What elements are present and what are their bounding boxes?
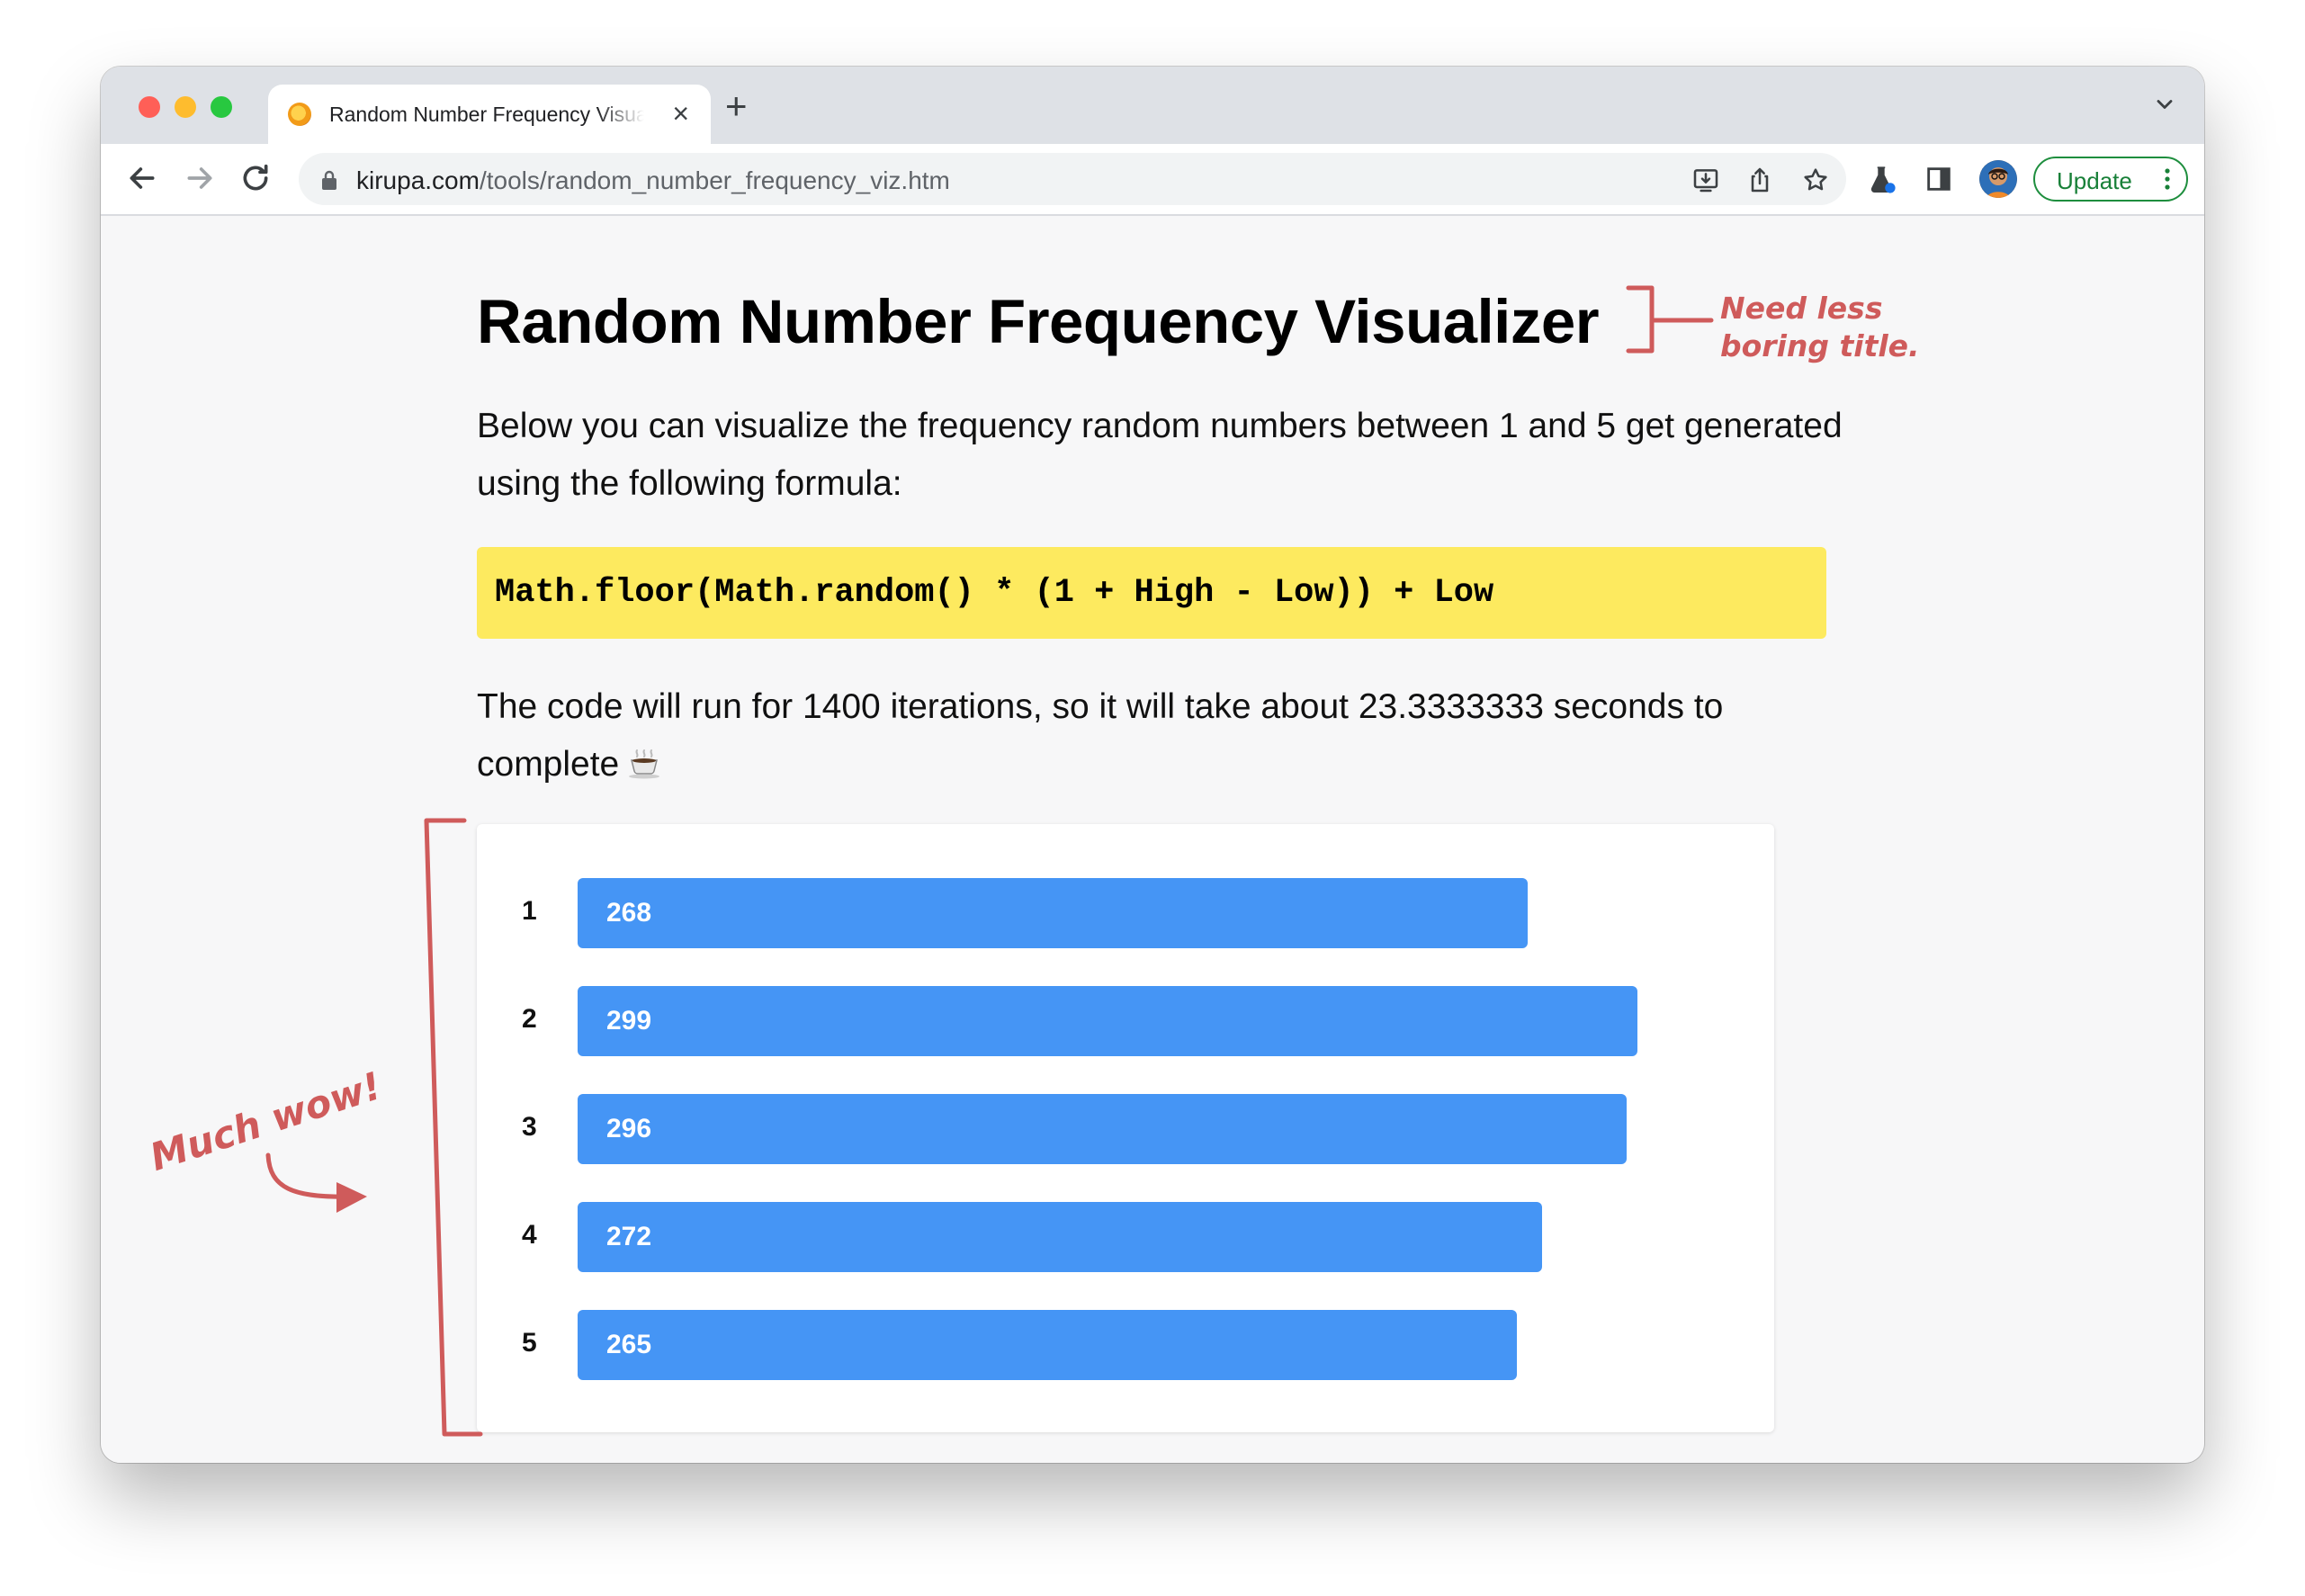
update-button-label: Update [2057,167,2132,194]
bar-category-label: 4 [522,1220,537,1250]
forward-arrow-icon[interactable] [182,160,218,196]
bar-row-3: 3 296 [477,1094,1774,1164]
coffee-cup-icon [629,749,660,779]
bar-3 [578,1094,1627,1164]
curved-arrow-icon [265,1152,357,1199]
maximize-window-button[interactable] [211,96,232,118]
frequency-bar-chart: 1 268 2 299 3 296 4 272 5 265 [477,824,1774,1432]
title-annotation-line1: Need less [1720,291,1883,326]
page-content: Random Number Frequency Visualizer Below… [101,216,2204,1463]
bar-row-4: 4 272 [477,1202,1774,1272]
bar-row-2: 2 299 [477,986,1774,1056]
install-app-icon[interactable] [1691,166,1720,194]
bar-5 [578,1310,1517,1380]
bar-4 [578,1202,1542,1272]
bar-value-label: 268 [606,898,652,928]
profile-avatar[interactable] [1979,160,2017,198]
arrow-head-icon [336,1182,367,1213]
tab-title: Random Number Frequency Visualizer [329,103,644,126]
title-annotation-line2: boring title. [1720,328,1920,363]
run-info-paragraph: The code will run for 1400 iterations, s… [477,678,1844,794]
browser-toolbar: kirupa.com/tools/random_number_frequency… [101,144,2204,216]
page-title: Random Number Frequency Visualizer [477,287,1600,356]
bar-row-5: 5 265 [477,1310,1774,1380]
active-tab[interactable]: Random Number Frequency Visualizer × [268,85,711,144]
back-arrow-icon[interactable] [124,160,160,196]
bar-row-1: 1 268 [477,878,1774,948]
side-panel-icon[interactable] [1924,164,1954,194]
bar-category-label: 5 [522,1328,537,1358]
url-path: /tools/random_number_frequency_viz.htm [479,166,950,194]
intro-paragraph: Below you can visualize the frequency ra… [477,407,1843,503]
bar-value-label: 272 [606,1222,652,1251]
close-window-button[interactable] [139,96,160,118]
browser-window: Random Number Frequency Visualizer × + k… [101,67,2204,1463]
title-bracket-mark [1626,285,1714,354]
bar-1 [578,878,1528,948]
tab-bar: Random Number Frequency Visualizer × + [101,67,2204,144]
formula-code: Math.floor(Math.random() * (1 + High - L… [495,574,1494,612]
title-annotation: Need less boring title. [1720,290,1920,365]
url-domain: kirupa.com [356,166,480,194]
site-favicon-icon [288,103,311,126]
chart-bracket-mark [424,818,483,1437]
bar-category-label: 1 [522,896,537,926]
more-menu-icon[interactable] [2165,167,2170,191]
run-info-text: The code will run for 1400 iterations, s… [477,687,1724,784]
bar-value-label: 265 [606,1330,652,1359]
profile-avatar-icon [1979,160,2017,198]
chart-annotation: Much wow! [144,1063,387,1179]
tab-search-chevron-icon[interactable] [2152,92,2177,117]
minimize-window-button[interactable] [175,96,196,118]
new-tab-button[interactable]: + [725,85,748,128]
share-icon[interactable] [1745,166,1774,194]
bar-category-label: 2 [522,1004,537,1034]
formula-box: Math.floor(Math.random() * (1 + High - L… [477,547,1826,639]
url-text[interactable]: kirupa.com/tools/random_number_frequency… [356,166,950,195]
bar-category-label: 3 [522,1112,537,1142]
tab-close-icon[interactable]: × [672,97,689,130]
bar-value-label: 299 [606,1006,652,1036]
bookmark-star-icon[interactable] [1801,166,1830,194]
bar-2 [578,986,1637,1056]
address-bar[interactable]: kirupa.com/tools/random_number_frequency… [299,153,1846,205]
lock-icon[interactable] [318,168,340,192]
labs-flask-icon[interactable] [1866,164,1897,194]
update-button[interactable]: Update [2033,157,2188,202]
bar-value-label: 296 [606,1114,652,1143]
reload-icon[interactable] [238,160,274,196]
